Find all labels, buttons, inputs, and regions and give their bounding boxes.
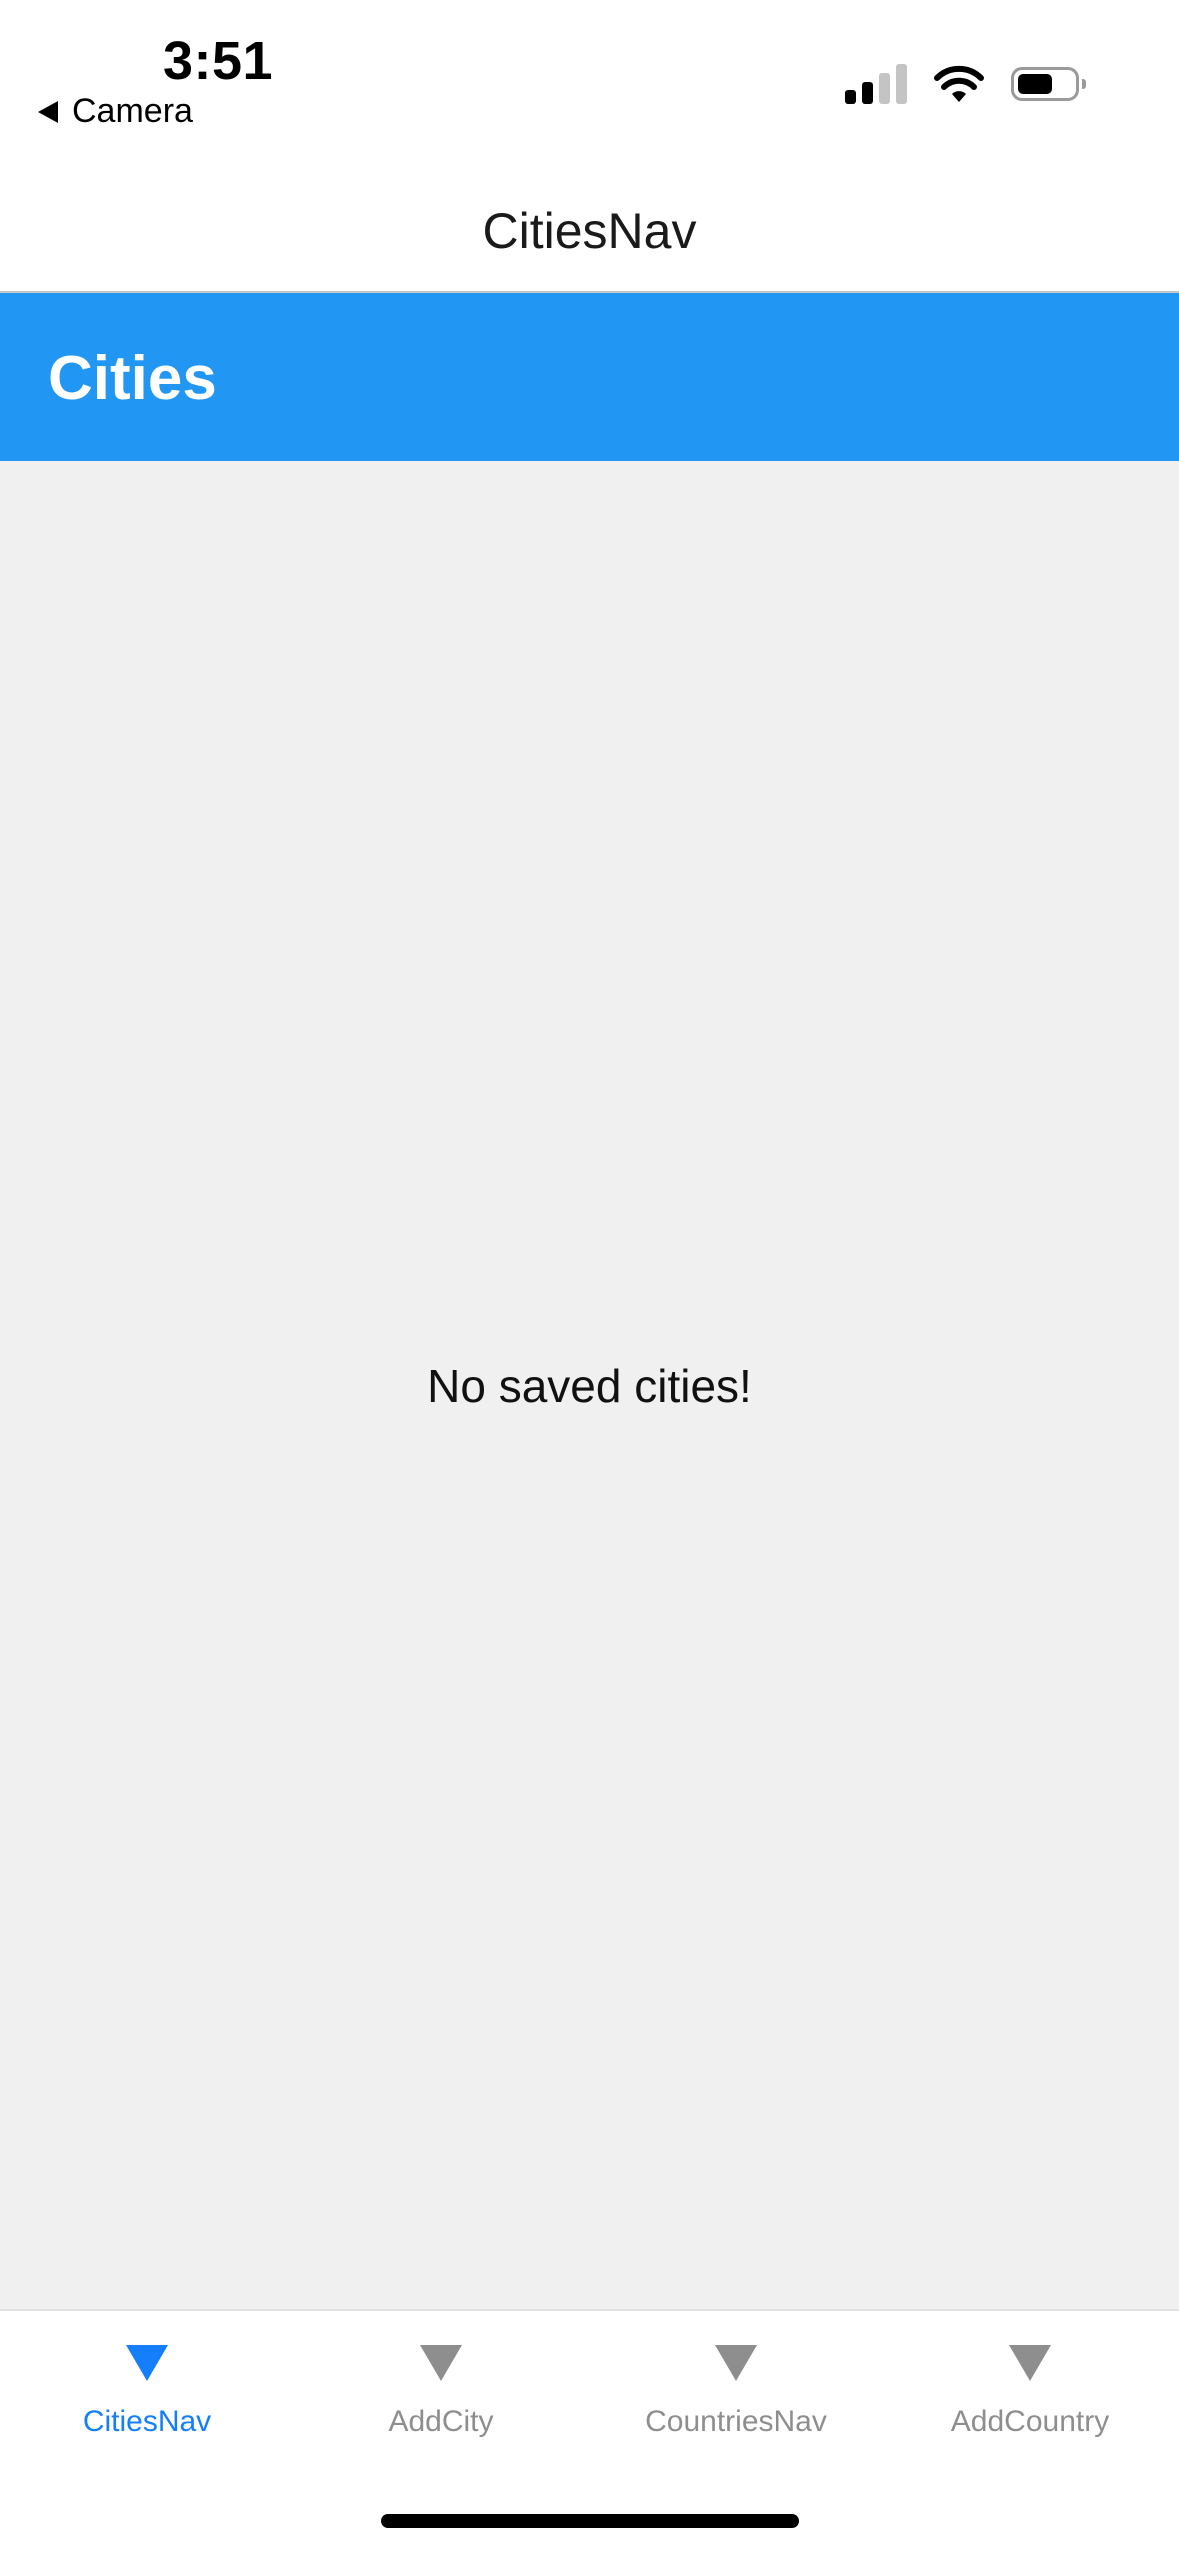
tab-label: AddCountry [950,2405,1110,2438]
empty-state-message: No saved cities! [427,1360,752,1412]
triangle-down-icon [420,2345,462,2381]
tab-addcountry[interactable]: AddCountry [883,2311,1177,2471]
tab-citiesnav[interactable]: CitiesNav [0,2311,294,2471]
back-to-camera-button[interactable]: Camera [38,92,193,131]
nav-title: CitiesNav [482,203,697,259]
tab-label: CitiesNav [82,2405,212,2438]
back-triangle-icon [38,100,58,123]
wifi-icon [934,65,984,102]
triangle-down-icon [1009,2345,1051,2381]
status-indicators [845,64,1086,104]
back-label: Camera [72,92,193,130]
tab-countriesnav[interactable]: CountriesNav [589,2311,883,2471]
navigation-bar: CitiesNav [0,150,1179,293]
home-indicator[interactable] [381,2514,799,2528]
tab-addcity[interactable]: AddCity [294,2311,588,2471]
triangle-down-icon [126,2345,168,2381]
status-time: 3:51 [163,31,274,91]
page-title: Cities [48,344,217,413]
tab-label: CountriesNav [645,2405,827,2438]
status-bar: 3:51 Camera [0,0,1179,150]
main-content: No saved cities! [0,461,1179,2309]
cellular-signal-icon [845,64,907,104]
triangle-down-icon [715,2345,757,2381]
tab-label: AddCity [388,2405,494,2438]
page-header: Cities [0,293,1179,461]
battery-icon [1011,67,1086,101]
